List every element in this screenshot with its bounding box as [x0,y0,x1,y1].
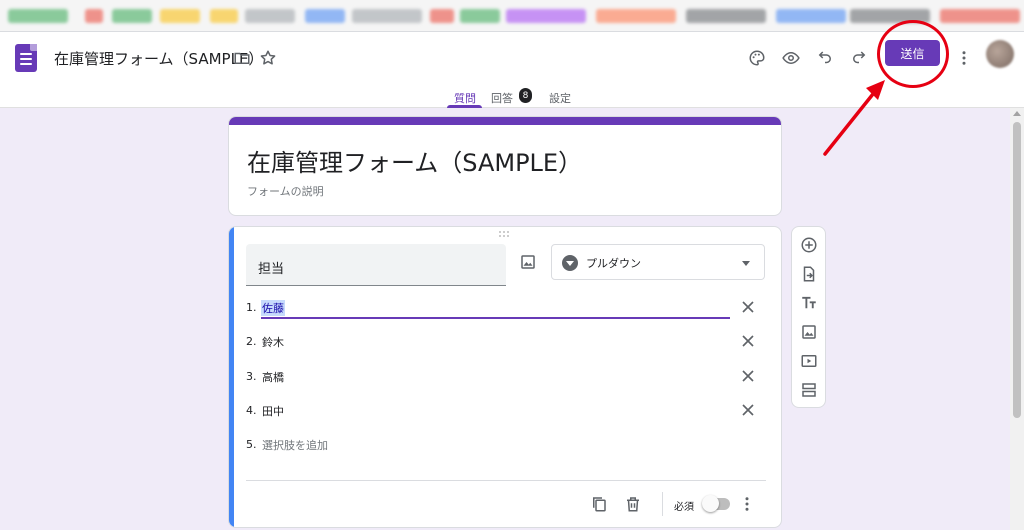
remove-option-icon[interactable] [738,366,758,386]
bookmark-item[interactable] [305,9,345,23]
bookmark-item[interactable] [686,9,766,23]
footer-separator [662,492,663,516]
form-title[interactable]: 在庫管理フォーム（SAMPLE） [247,143,582,178]
add-image-icon[interactable] [519,253,537,271]
bookmark-item[interactable] [210,9,238,23]
question-type-label: プルダウン [586,257,641,270]
remove-option-icon[interactable] [738,297,758,317]
tab-responses[interactable]: 回答 [491,90,513,106]
delete-icon[interactable] [624,495,642,513]
bookmarks-bar [0,0,1024,32]
remove-option-icon[interactable] [738,331,758,351]
duplicate-icon[interactable] [590,495,608,513]
more-vert-icon[interactable] [951,45,977,71]
import-questions-icon[interactable] [800,265,818,283]
dropdown-type-icon [562,255,578,271]
active-tab-indicator [447,105,482,108]
star-icon[interactable] [255,45,281,71]
option-row: 4. 田中 [246,399,766,423]
bookmark-item[interactable] [940,9,1020,23]
add-video-icon[interactable] [800,352,818,370]
avatar[interactable] [986,40,1014,68]
question-title-field[interactable]: 担当 [246,244,506,286]
google-forms-logo[interactable] [15,44,37,72]
form-title-card[interactable]: 在庫管理フォーム（SAMPLE） フォームの説明 [228,116,782,216]
redo-icon[interactable] [846,45,872,71]
question-title-text: 担当 [258,262,285,277]
bookmark-item[interactable] [352,9,422,23]
tab-settings[interactable]: 設定 [549,90,571,106]
add-question-icon[interactable] [800,236,818,254]
option-row: 2. 鈴木 [246,330,766,354]
option-number: 5. [246,438,257,451]
active-card-indicator [229,227,234,527]
option-number: 4. [246,404,257,417]
bookmark-item[interactable] [430,9,454,23]
bookmark-item[interactable] [506,9,586,23]
option-row: 1. 佐藤 [246,296,766,320]
add-section-icon[interactable] [800,381,818,399]
bookmark-item[interactable] [245,9,295,23]
chevron-down-icon [742,261,750,266]
remove-option-icon[interactable] [738,400,758,420]
undo-icon[interactable] [812,45,838,71]
add-image-icon[interactable] [800,323,818,341]
add-option-row: 5. 選択肢を追加 [246,433,766,457]
option-row: 3. 高橋 [246,365,766,389]
required-toggle[interactable] [702,495,730,512]
preview-eye-icon[interactable] [778,45,804,71]
required-label: 必須 [674,502,694,513]
bookmark-item[interactable] [160,9,200,23]
responses-count-badge: 8 [519,88,532,103]
theme-color-bar [229,117,781,125]
annotation-arrow [823,80,885,156]
bookmark-item[interactable] [8,9,68,23]
question-card[interactable]: 担当 プルダウン 1. 佐藤 2. 鈴木 3. 高橋 4. 田中 5. 選択肢を… [228,226,782,528]
tab-questions[interactable]: 質問 [454,90,476,106]
bookmark-item[interactable] [596,9,676,23]
option-number: 3. [246,370,257,383]
option-input[interactable]: 田中 [261,403,285,419]
more-vert-icon[interactable] [738,495,756,513]
option-number: 1. [246,301,257,314]
bookmark-item[interactable] [776,9,846,23]
form-description-field[interactable]: フォームの説明 [247,183,324,199]
option-input[interactable]: 高橋 [261,369,285,385]
option-focus-underline [261,317,730,319]
palette-icon[interactable] [744,45,770,71]
footer-divider [246,480,766,481]
option-input[interactable]: 佐藤 [261,300,285,316]
scroll-thumb[interactable] [1013,122,1021,418]
add-title-icon[interactable] [800,294,818,312]
bookmark-item[interactable] [85,9,103,23]
drag-handle-icon[interactable] [499,231,513,239]
add-option-input[interactable]: 選択肢を追加 [261,437,329,453]
bookmark-item[interactable] [112,9,152,23]
page-scrollbar[interactable] [1010,108,1024,530]
scroll-up-icon[interactable] [1013,111,1021,116]
bookmark-item[interactable] [460,9,500,23]
option-number: 2. [246,335,257,348]
question-type-select[interactable]: プルダウン [551,244,765,280]
option-input[interactable]: 鈴木 [261,334,285,350]
folder-icon[interactable] [229,45,255,71]
side-toolbar [791,226,826,408]
